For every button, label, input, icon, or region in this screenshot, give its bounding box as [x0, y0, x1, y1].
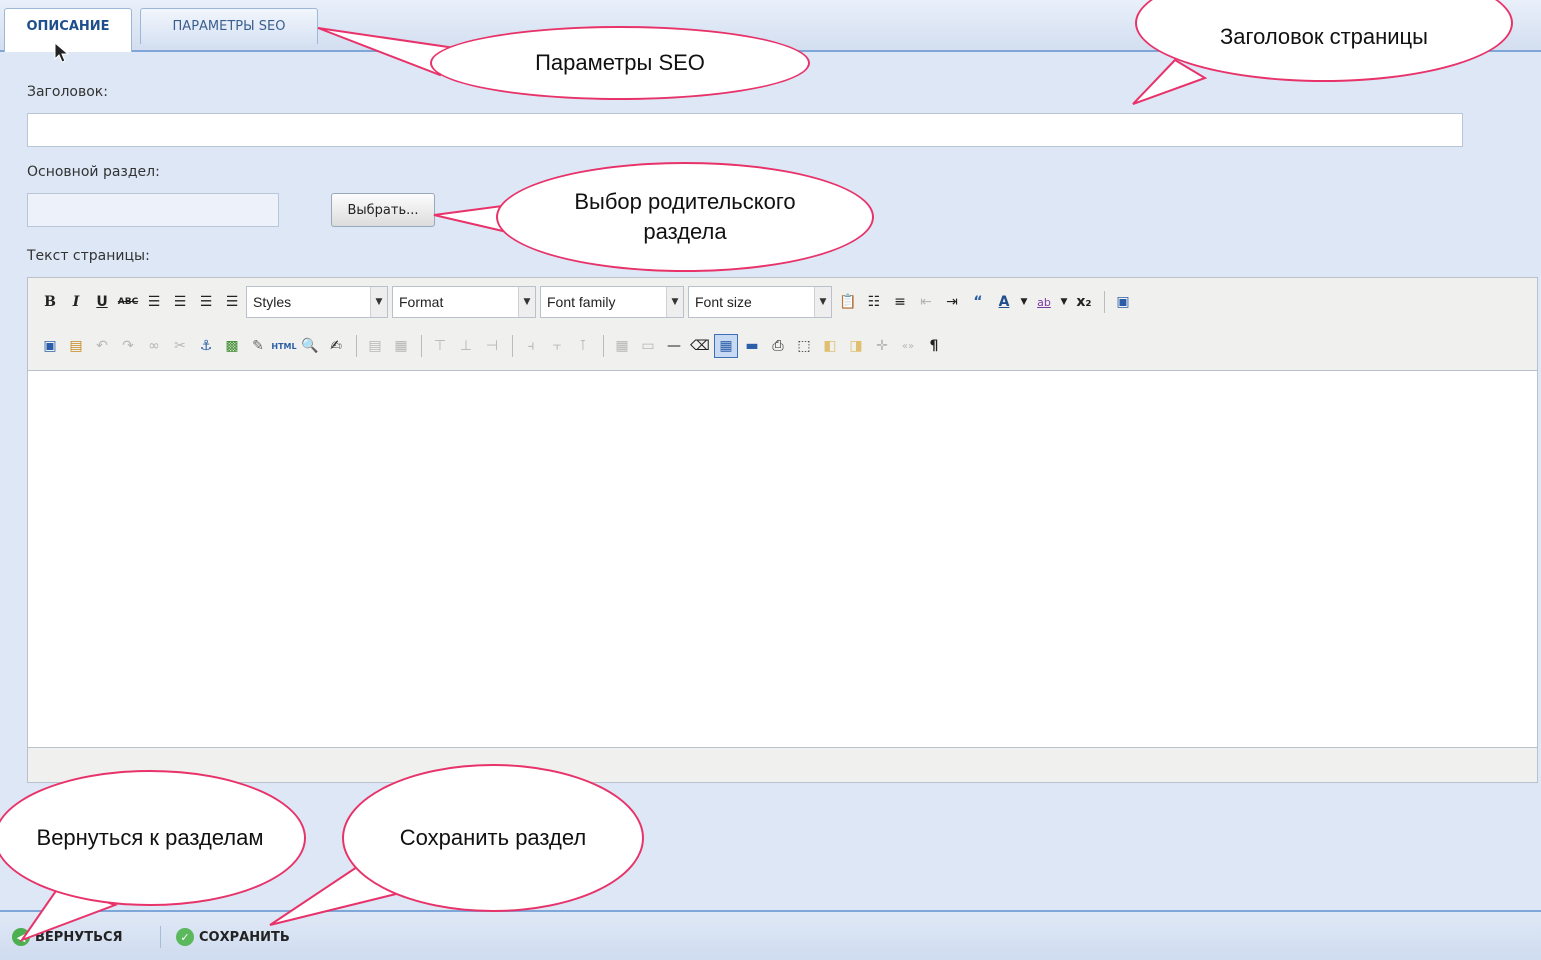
mouse-cursor-icon	[54, 42, 70, 63]
callout-parent-section: Выбор родительского раздела	[496, 162, 874, 272]
callout-tail-title	[1132, 58, 1208, 105]
page-editor: ОПИСАНИЕ ПАРАМЕТРЫ SEO Заголовок: Основн…	[0, 0, 1541, 960]
callout-save-section: Сохранить раздел	[342, 764, 644, 912]
callout-seo-parameters: Параметры SEO	[430, 26, 810, 100]
callout-back-to-sections: Вернуться к разделам	[0, 770, 306, 906]
